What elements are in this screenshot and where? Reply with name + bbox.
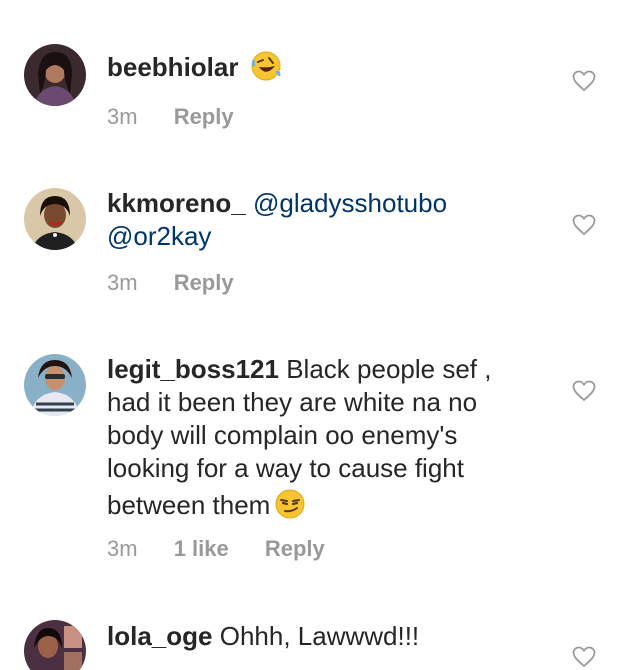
comments-list: beebhiolar 3m Reply kkmoreno_ @gladyssho… [0,0,640,670]
comment-item: lola_oge Ohhh, Lawwwd!!! [0,0,640,670]
comment-text: Ohhh, Lawwwd!!! [219,621,420,651]
comment-body: lola_oge Ohhh, Lawwwd!!! [107,620,547,653]
avatar[interactable] [24,620,86,670]
heart-icon[interactable] [572,646,596,668]
comment-username[interactable]: lola_oge [107,621,212,651]
